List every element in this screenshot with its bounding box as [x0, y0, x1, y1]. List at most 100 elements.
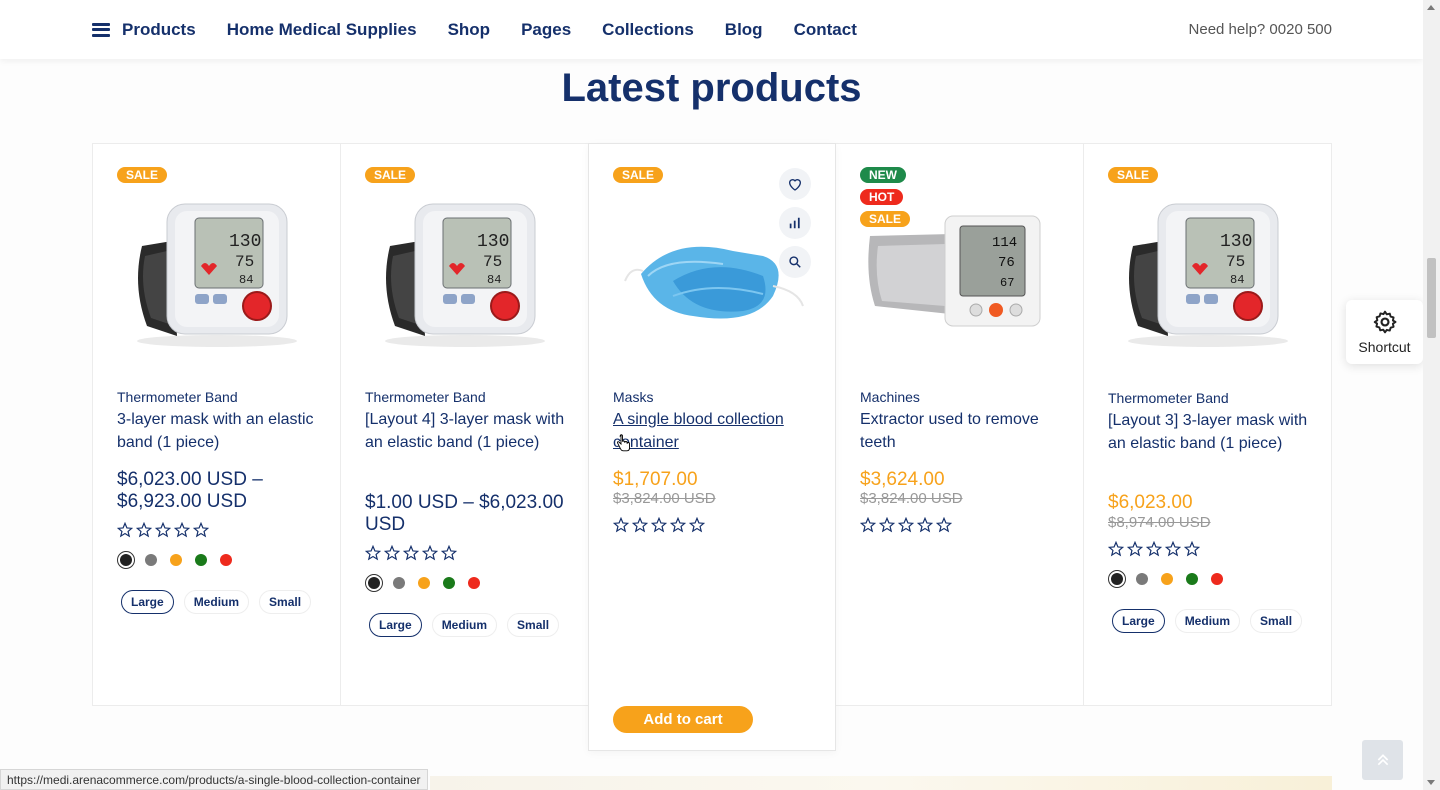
product-grid: SALE 130 75 84 Thermometer Band 3-layer …: [92, 143, 1332, 751]
product-card[interactable]: NEW HOT SALE 114 76 67 Machines Extracto…: [836, 144, 1084, 705]
product-title[interactable]: 3-layer mask with an elastic band (1 pie…: [117, 408, 322, 454]
star-icon: [403, 545, 419, 561]
nav-pages[interactable]: Pages: [521, 20, 571, 40]
banner-preview: [430, 776, 1332, 790]
color-swatch[interactable]: [1183, 570, 1201, 588]
color-swatch[interactable]: [465, 574, 483, 592]
color-swatch[interactable]: [142, 551, 160, 569]
star-icon: [384, 545, 400, 561]
new-badge: NEW: [860, 167, 906, 183]
color-swatch[interactable]: [1208, 570, 1226, 588]
product-price: $6,023.00 USD – $6,923.00 USD: [117, 469, 263, 512]
rating-stars: [117, 522, 209, 538]
shortcut-label: Shortcut: [1358, 339, 1411, 355]
size-option[interactable]: Small: [507, 613, 560, 637]
scroll-up-icon[interactable]: [1427, 5, 1435, 10]
sale-badge: SALE: [1108, 167, 1159, 183]
color-swatch[interactable]: [1158, 570, 1176, 588]
help-phone[interactable]: Need help? 0020 500: [1189, 21, 1332, 38]
size-option[interactable]: Medium: [1174, 609, 1241, 633]
star-icon: [860, 517, 876, 533]
nav-label: Products: [122, 19, 196, 39]
product-category[interactable]: Masks: [613, 389, 653, 405]
scroll-thumb[interactable]: [1427, 258, 1436, 338]
product-card[interactable]: SALE 130 75 84 Thermometer Band 3-layer …: [93, 144, 341, 705]
size-option[interactable]: Medium: [183, 590, 250, 614]
product-title[interactable]: [Layout 4] 3-layer mask with an elastic …: [365, 408, 570, 454]
size-option[interactable]: Large: [369, 613, 422, 637]
product-image[interactable]: 130 75 84: [117, 186, 317, 356]
svg-text:75: 75: [1226, 253, 1245, 271]
nav-collections[interactable]: Collections: [602, 20, 694, 40]
color-swatch[interactable]: [217, 551, 235, 569]
heart-icon: [788, 179, 802, 191]
star-icon: [1184, 541, 1200, 557]
product-title[interactable]: Extractor used to remove teeth: [860, 408, 1065, 454]
color-swatch[interactable]: [365, 574, 383, 592]
rating-stars: [860, 517, 952, 533]
compare-button[interactable]: [779, 207, 811, 239]
quick-view-button[interactable]: [779, 246, 811, 278]
compare-price: $3,824.00 USD: [613, 490, 716, 507]
product-card[interactable]: SALE 130 75 84 Thermometer Band [Layout …: [341, 144, 589, 705]
svg-text:130: 130: [1220, 232, 1252, 252]
color-swatch[interactable]: [390, 574, 408, 592]
star-icon: [174, 522, 190, 538]
color-swatch[interactable]: [415, 574, 433, 592]
size-option[interactable]: Large: [1112, 609, 1165, 633]
nav-blog[interactable]: Blog: [725, 20, 763, 40]
size-options: Large Medium Small: [1112, 609, 1312, 633]
star-icon: [1146, 541, 1162, 557]
rating-stars: [613, 517, 705, 533]
product-category[interactable]: Thermometer Band: [1108, 390, 1229, 406]
svg-text:114: 114: [992, 235, 1017, 251]
star-icon: [365, 545, 381, 561]
compare-price: $8,974.00 USD: [1108, 514, 1211, 531]
badges: NEW HOT SALE: [860, 167, 911, 227]
status-url: https://medi.arenacommerce.com/products/…: [0, 769, 428, 790]
hand-cursor-icon: [617, 434, 630, 452]
size-option[interactable]: Small: [259, 590, 312, 614]
nav-shop[interactable]: Shop: [448, 20, 491, 40]
nav-home-medical-supplies[interactable]: Home Medical Supplies: [227, 20, 417, 40]
svg-text:76: 76: [998, 255, 1015, 271]
product-image[interactable]: 130 75 84: [1108, 186, 1308, 356]
add-to-cart-button[interactable]: Add to cart: [613, 706, 753, 733]
nav-contact[interactable]: Contact: [794, 20, 857, 40]
badges: SALE: [365, 167, 416, 183]
product-title[interactable]: A single blood collection container: [613, 408, 818, 454]
svg-text:130: 130: [477, 232, 509, 252]
color-swatch[interactable]: [440, 574, 458, 592]
shortcut-button[interactable]: Shortcut: [1346, 300, 1423, 364]
size-option[interactable]: Large: [121, 590, 174, 614]
nav-products[interactable]: Products: [92, 20, 196, 40]
wishlist-button[interactable]: [779, 168, 811, 200]
product-card[interactable]: SALE 130 75 84 Thermometer Band [Layout …: [1084, 144, 1332, 705]
star-icon: [136, 522, 152, 538]
color-swatch[interactable]: [167, 551, 185, 569]
color-swatch[interactable]: [1133, 570, 1151, 588]
star-icon: [613, 517, 629, 533]
back-to-top-button[interactable]: [1362, 740, 1403, 780]
main-nav: Products Home Medical Supplies Shop Page…: [92, 20, 888, 40]
product-category[interactable]: Thermometer Band: [365, 389, 486, 405]
product-category[interactable]: Machines: [860, 389, 920, 405]
product-price: $6,023.00: [1108, 492, 1193, 513]
product-category[interactable]: Thermometer Band: [117, 389, 238, 405]
size-option[interactable]: Medium: [431, 613, 498, 637]
star-icon: [689, 517, 705, 533]
star-icon: [193, 522, 209, 538]
color-swatch[interactable]: [1108, 570, 1126, 588]
scrollbar[interactable]: [1423, 0, 1440, 790]
compare-icon: [789, 217, 800, 229]
color-swatch[interactable]: [192, 551, 210, 569]
size-option[interactable]: Small: [1250, 609, 1303, 633]
product-image[interactable]: 130 75 84: [365, 186, 565, 356]
color-swatch[interactable]: [117, 551, 135, 569]
section-title: Latest products: [561, 66, 862, 110]
star-icon: [1165, 541, 1181, 557]
search-icon: [789, 256, 801, 268]
scroll-down-icon[interactable]: [1427, 780, 1435, 785]
product-title[interactable]: [Layout 3] 3-layer mask with an elastic …: [1108, 409, 1313, 455]
star-icon: [917, 517, 933, 533]
